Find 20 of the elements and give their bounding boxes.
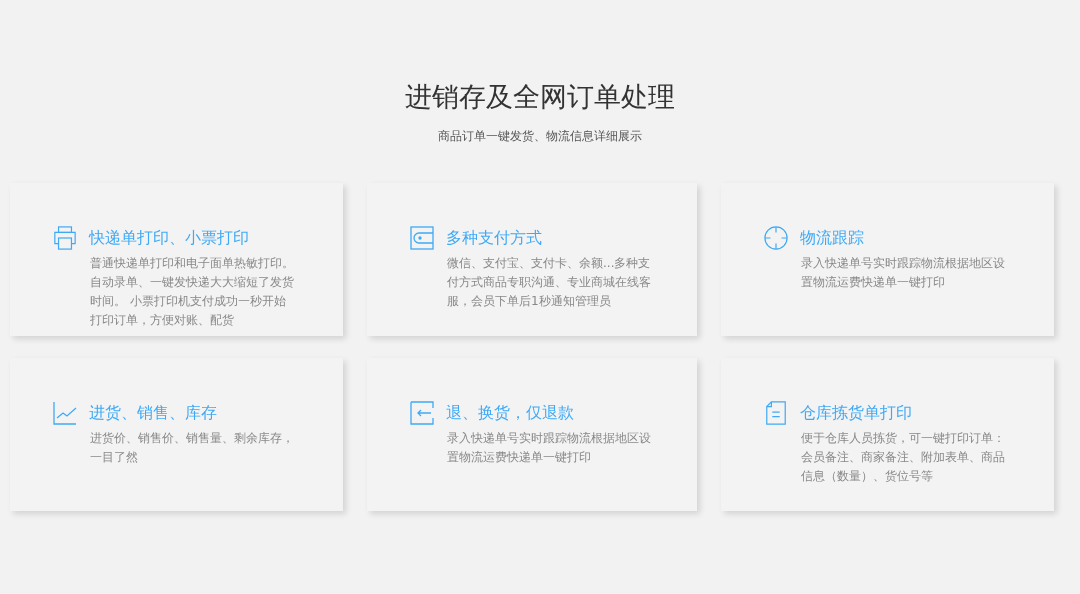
feature-title: 物流跟踪 <box>800 227 864 249</box>
feature-title: 退、换货，仅退款 <box>446 402 574 424</box>
line-chart-icon <box>53 401 77 425</box>
feature-description: 录入快递单号实时跟踪物流根据地区设置物流运费快递单一键打印 <box>801 255 1006 291</box>
wallet-icon <box>410 226 434 250</box>
feature-description: 进货价、销售价、销售量、剩余库存，一目了然 <box>90 430 295 466</box>
document-icon <box>764 401 788 425</box>
section-title: 进销存及全网订单处理 <box>404 80 676 114</box>
section-subtitle: 商品订单一键发货、物流信息详细展示 <box>437 128 643 145</box>
return-arrow-icon <box>410 401 434 425</box>
feature-title: 快递单打印、小票打印 <box>89 227 249 249</box>
feature-description: 微信、支付宝、支付卡、余额...多种支付方式商品专职沟通、专业商城在线客服，会员下单后1秒通知管理员 <box>447 255 652 310</box>
feature-description: 便于仓库人员拣货，可一键打印订单：会员备注、商家备注、附加表单、商品信息（数量）、货位号等 <box>801 430 1006 485</box>
feature-title: 进货、销售、库存 <box>89 402 217 424</box>
crosshair-icon <box>764 226 788 250</box>
feature-title: 仓库拣货单打印 <box>800 402 912 424</box>
feature-title: 多种支付方式 <box>446 227 542 249</box>
feature-description: 录入快递单号实时跟踪物流根据地区设置物流运费快递单一键打印 <box>447 430 652 466</box>
printer-icon <box>53 226 77 250</box>
feature-description: 普通快递单打印和电子面单热敏打印。自动录单、一键发快递大大缩短了发货时间。 小票打印机支付成功一秒开始打印订单，方便对账、配货 <box>90 255 295 329</box>
